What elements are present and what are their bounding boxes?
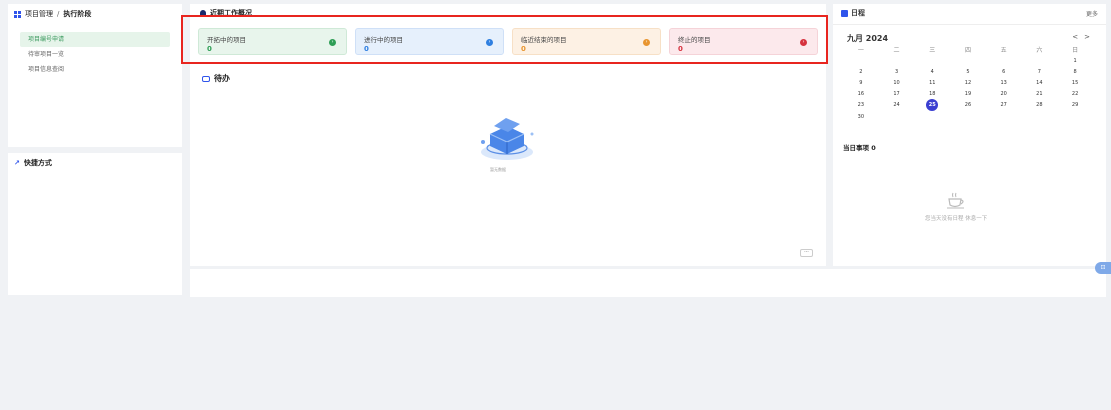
calendar-day[interactable]: 27 (986, 99, 1022, 111)
prev-month-button[interactable]: < (1072, 33, 1084, 41)
calendar-day[interactable]: 21 (1022, 88, 1058, 99)
calendar-day[interactable]: 2 (843, 66, 879, 77)
calendar-day[interactable]: 17 (879, 88, 915, 99)
todo-more-button[interactable]: ··· (800, 249, 813, 257)
breadcrumb-separator: / (57, 10, 60, 18)
next-month-button[interactable]: > (1084, 33, 1096, 41)
calendar-day (1022, 111, 1058, 122)
calendar-day (914, 55, 950, 66)
calendar-day (879, 55, 915, 66)
breadcrumb-root[interactable]: 项目管理 (25, 9, 53, 19)
calendar-day (843, 55, 879, 66)
weekday-label: 一 (857, 47, 864, 54)
menu-item-project-number-apply[interactable]: 项目编号申请 (20, 32, 170, 47)
calendar-more-link[interactable]: 更多 (1086, 9, 1098, 18)
todo-header: 待办 (202, 73, 230, 84)
month-nav: <> (1072, 33, 1096, 44)
calendar-day[interactable]: 24 (879, 99, 915, 111)
calendar-body: 1 2 3 4 5 6 7 8 9 10 11 12 13 14 15 16 17 18 19 20 21 22 23 24 2… (843, 55, 1093, 122)
calendar-day (986, 111, 1022, 122)
calendar-day (914, 111, 950, 122)
share-arrow-icon: ↗ (14, 159, 20, 167)
calendar-day[interactable]: 13 (986, 77, 1022, 88)
weekday-label: 五 (1000, 47, 1007, 54)
todo-empty-text: 暂无数据 (490, 167, 506, 172)
calendar-panel: 日程 更多 九月 2024 <> 一二三四五六日 1 2 3 4 5 6 7 8 9 10 11 12… (833, 4, 1106, 266)
today-marker[interactable]: 25 (926, 99, 939, 111)
month-label: 九月 2024 (847, 34, 889, 43)
coffee-cup-icon (947, 192, 964, 209)
project-nav-panel: 项目管理 / 执行阶段 项目编号申请 待审项目一览 项目信息查阅 (8, 4, 182, 147)
inbox-icon (202, 75, 210, 82)
calendar-day[interactable]: 28 (1022, 99, 1058, 111)
menu-item-project-info[interactable]: 项目信息查阅 (20, 62, 170, 77)
calendar-day[interactable]: 16 (843, 88, 879, 99)
highlight-box (181, 15, 828, 64)
weekday-label: 六 (1036, 47, 1043, 54)
calendar-day[interactable]: 14 (1022, 77, 1058, 88)
calendar-week: 9 10 11 12 13 14 15 (843, 77, 1093, 88)
calendar-day (950, 111, 986, 122)
calendar-day (1057, 111, 1093, 122)
events-title: 当日事项 (843, 144, 869, 152)
events-header: 当日事项 0 (843, 142, 876, 152)
calendar-day (986, 55, 1022, 66)
shortcuts-header: ↗ 快捷方式 (8, 153, 182, 173)
calendar-day[interactable]: 9 (843, 77, 879, 88)
calendar-day[interactable]: 3 (879, 66, 915, 77)
calendar-day[interactable]: 15 (1057, 77, 1093, 88)
calendar-week: 16 17 18 19 20 21 22 (843, 88, 1093, 99)
calendar-title: 日程 (851, 9, 865, 17)
calendar-day[interactable]: 20 (986, 88, 1022, 99)
todo-title: 待办 (214, 74, 230, 83)
events-count: 0 (871, 144, 876, 152)
weekday-label: 四 (964, 47, 971, 54)
weekday-row: 一二三四五六日 (843, 44, 1093, 55)
calendar-day[interactable]: 11 (914, 77, 950, 88)
empty-box-illustration (481, 118, 534, 160)
calendar-day[interactable]: 26 (950, 99, 986, 111)
calendar-title-wrap: 日程 (841, 8, 865, 18)
shortcuts-title: 快捷方式 (23, 159, 52, 167)
weekday-label: 日 (1072, 47, 1079, 54)
calendar-day[interactable]: 25 (914, 99, 950, 111)
calendar-day[interactable]: 18 (914, 88, 950, 99)
calendar-week: 30 (843, 111, 1093, 122)
calendar-icon (841, 9, 848, 17)
calendar-day (879, 111, 915, 122)
calendar-day[interactable]: 1 (1057, 55, 1093, 66)
side-toggle-button[interactable]: ⊡ (1095, 262, 1111, 274)
calendar-day[interactable]: 4 (914, 66, 950, 77)
grid-icon (14, 10, 21, 18)
calendar-week: 2345678 (843, 66, 1093, 77)
calendar-day[interactable]: 10 (879, 77, 915, 88)
calendar-day[interactable]: 8 (1057, 66, 1093, 77)
calendar-day[interactable]: 7 (1022, 66, 1058, 77)
side-menu: 项目编号申请 待审项目一览 项目信息查阅 (8, 24, 182, 77)
calendar-day (1022, 55, 1058, 66)
month-row: 九月 2024 <> (833, 27, 1106, 44)
calendar-empty-text: 您当天没有日程 休息一下 (925, 216, 988, 222)
calendar-week: 23 24 25 26 27 28 29 (843, 99, 1093, 111)
bottom-panel (190, 269, 1106, 297)
breadcrumb-current: 执行阶段 (63, 10, 92, 18)
shortcuts-panel: ↗ 快捷方式 (8, 153, 182, 295)
calendar-header: 日程 更多 (833, 4, 1106, 22)
calendar-day (950, 55, 986, 66)
calendar-day[interactable]: 19 (950, 88, 986, 99)
calendar-day[interactable]: 29 (1057, 99, 1093, 111)
weekday-label: 三 (929, 47, 936, 54)
calendar-day[interactable]: 23 (843, 99, 879, 111)
calendar-day[interactable]: 12 (950, 77, 986, 88)
breadcrumb: 项目管理 / 执行阶段 (8, 4, 182, 24)
weekday-label: 二 (893, 47, 900, 54)
calendar-day[interactable]: 5 (950, 66, 986, 77)
calendar-grid: 一二三四五六日 1 2 3 4 5 6 7 8 9 10 11 12 13 14 15 16 17 18 19 20 2… (843, 44, 1093, 122)
menu-item-pending-projects[interactable]: 待审项目一览 (20, 47, 170, 62)
calendar-day[interactable]: 6 (986, 66, 1022, 77)
calendar-week: 1 (843, 55, 1093, 66)
calendar-day[interactable]: 22 (1057, 88, 1093, 99)
divider (833, 24, 1106, 25)
calendar-day[interactable]: 30 (843, 111, 879, 122)
